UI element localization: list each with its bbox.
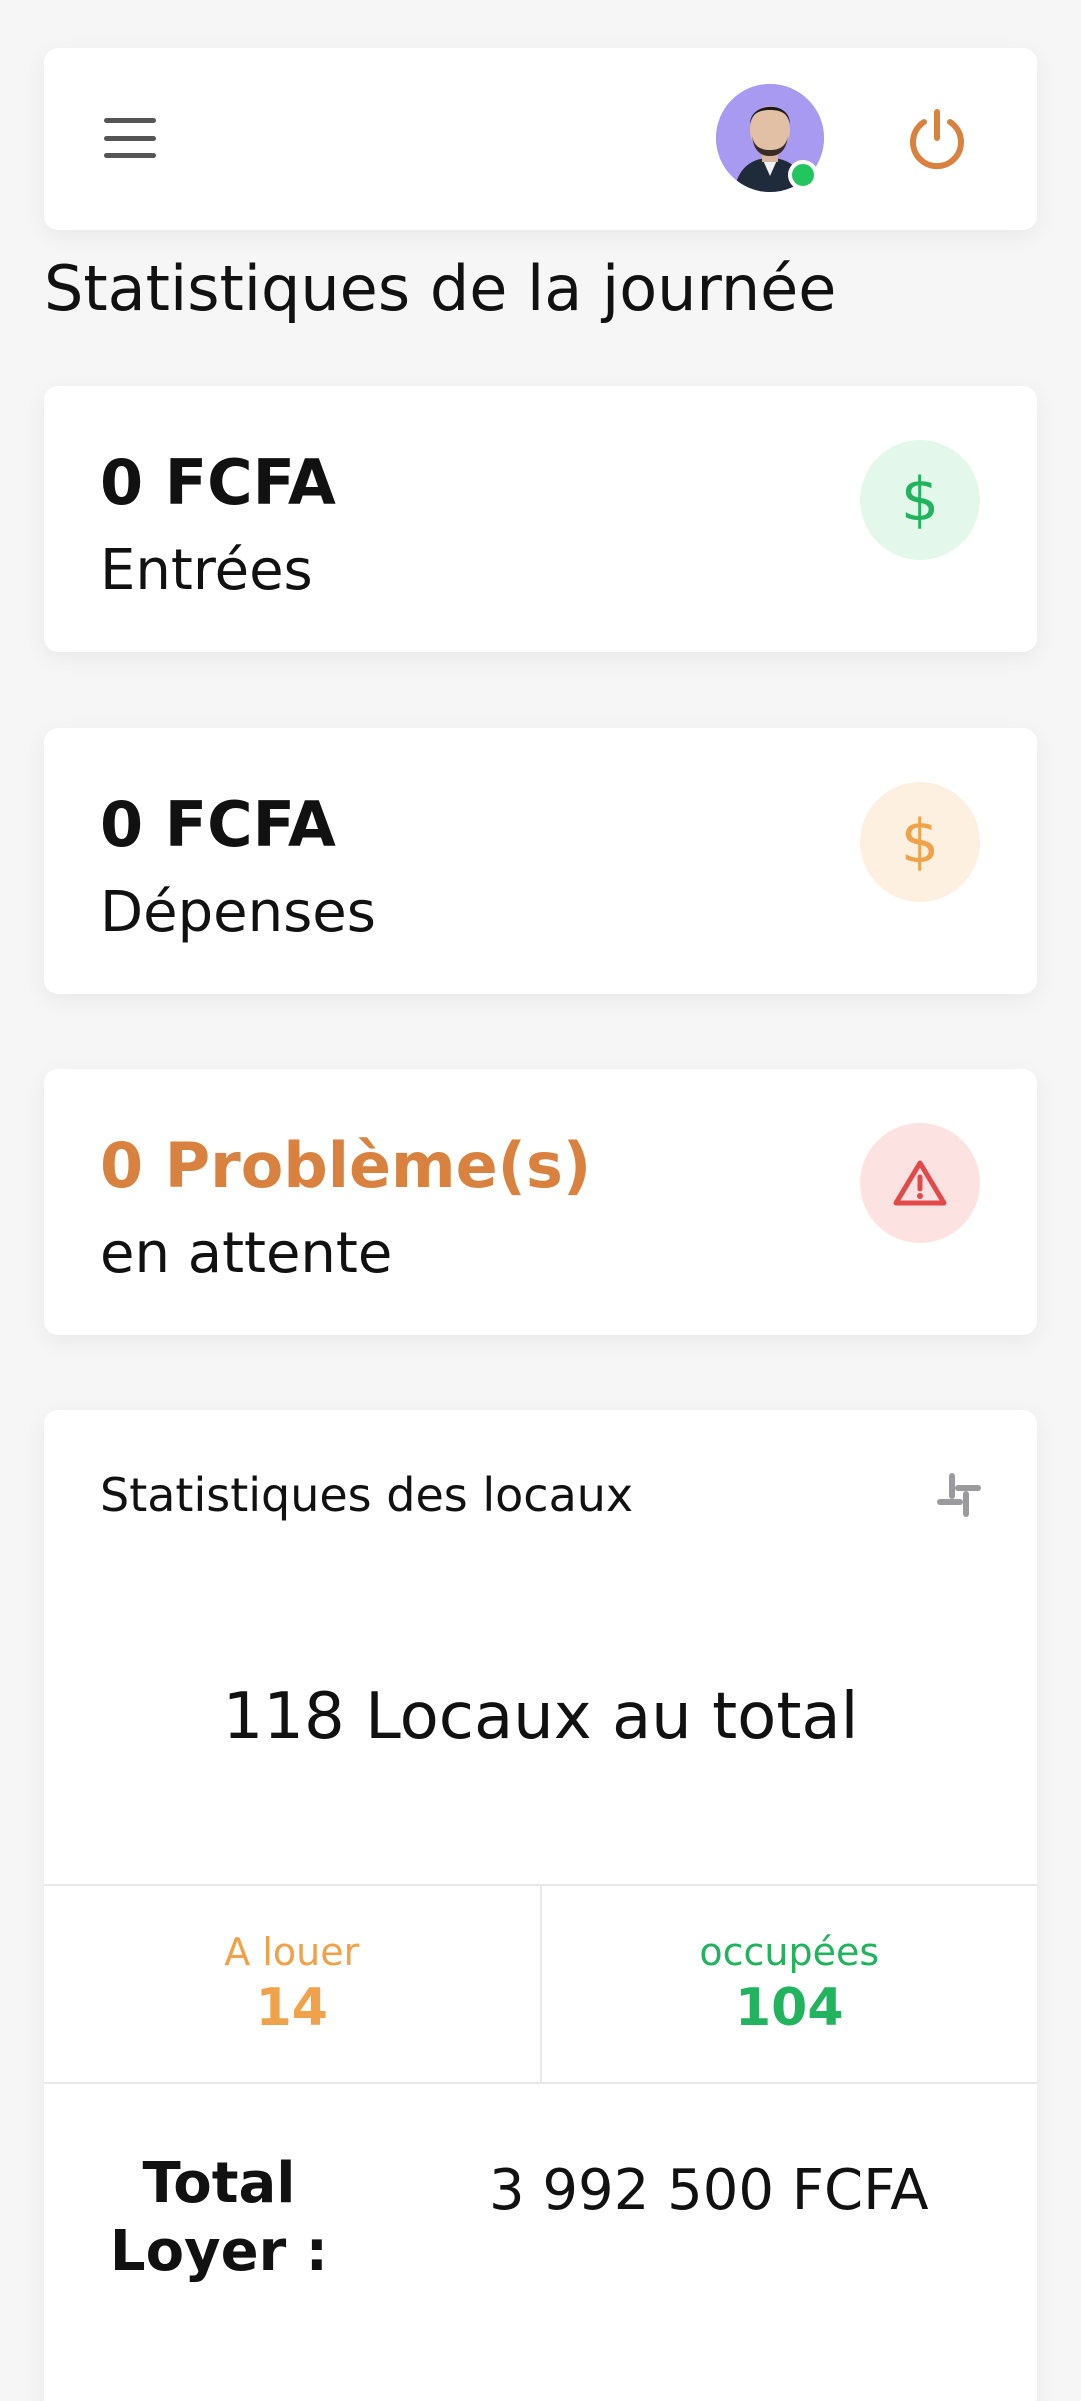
grid-hash-icon[interactable]	[934, 1470, 984, 1520]
page-title: Statistiques de la journée	[44, 252, 837, 325]
locaux-stats-card: Statistiques des locaux 118 Locaux au to…	[44, 1410, 1037, 2401]
occupees-value: 104	[734, 1978, 844, 2038]
problemes-value: 0 Problème(s)	[100, 1129, 592, 1202]
top-header-bar	[44, 48, 1037, 230]
dollar-icon: $	[860, 782, 980, 902]
dollar-icon: $	[860, 440, 980, 560]
total-loyer-value: 3 992 500 FCFA	[489, 2158, 929, 2223]
locaux-split: A louer 14 occupées 104	[44, 1884, 1037, 2084]
stat-card-depenses: 0 FCFA Dépenses $	[44, 728, 1037, 994]
power-icon[interactable]	[904, 106, 970, 172]
stat-card-problemes: 0 Problème(s) en attente	[44, 1069, 1037, 1335]
a-louer-label: A louer	[224, 1930, 360, 1974]
entrees-label: Entrées	[100, 538, 313, 603]
total-loyer-label: Total Loyer :	[109, 2151, 329, 2284]
a-louer-value: 14	[255, 1978, 328, 2038]
warning-triangle-icon	[860, 1123, 980, 1243]
locaux-total: 118 Locaux au total	[222, 1680, 859, 1754]
locaux-title: Statistiques des locaux	[100, 1468, 634, 1522]
problemes-label: en attente	[100, 1221, 393, 1286]
depenses-label: Dépenses	[100, 880, 376, 945]
stat-card-entrees: 0 FCFA Entrées $	[44, 386, 1037, 652]
entrees-value: 0 FCFA	[100, 446, 336, 519]
hamburger-menu-icon[interactable]	[104, 118, 156, 158]
a-louer-column: A louer 14	[44, 1886, 540, 2082]
depenses-value: 0 FCFA	[100, 788, 336, 861]
online-status-dot	[788, 160, 818, 190]
occupees-column: occupées 104	[539, 1886, 1038, 2082]
occupees-label: occupées	[699, 1930, 880, 1974]
